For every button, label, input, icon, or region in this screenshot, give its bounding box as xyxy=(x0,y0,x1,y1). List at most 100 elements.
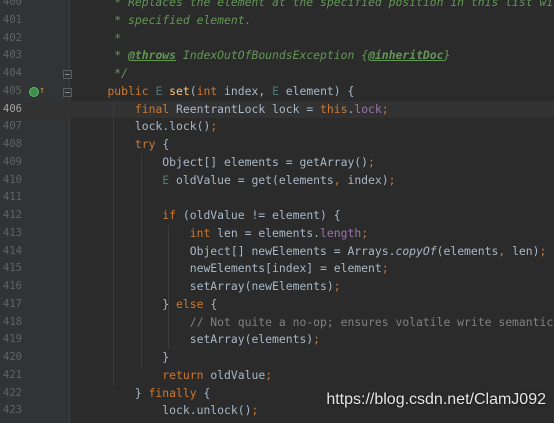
code-text: lock.unlock(); xyxy=(80,402,258,420)
code-token: int xyxy=(189,225,218,240)
code-token: ; xyxy=(368,154,375,169)
code-token: setArray(newElements) xyxy=(80,279,334,293)
code-token: len = elements. xyxy=(217,225,321,240)
fold-toggle-icon[interactable] xyxy=(63,87,72,97)
line-number: 410 xyxy=(3,173,22,186)
code-text: lock.lock(); xyxy=(80,118,217,136)
code-token: E xyxy=(155,83,170,98)
code-token: , xyxy=(333,172,348,187)
code-line[interactable]: 412 if (oldValue != element) { xyxy=(0,207,554,225)
code-line[interactable]: 408 try { xyxy=(0,136,554,154)
code-line[interactable]: 415 newElements[index] = element; xyxy=(0,260,554,278)
code-text: setArray(elements); xyxy=(80,331,320,349)
code-token: // Not quite a no-op; ensures volatile w… xyxy=(189,314,554,329)
line-number: 409 xyxy=(3,155,22,168)
code-token: ; xyxy=(313,332,321,347)
code-line[interactable]: 406 final ReentrantLock lock = this.lock… xyxy=(0,100,554,119)
code-text: public E set(int index, E element) { xyxy=(80,83,354,101)
code-text: newElements[index] = element; xyxy=(80,260,389,278)
code-token: ; xyxy=(381,101,389,116)
fold-toggle-icon[interactable] xyxy=(63,70,72,79)
code-token: public xyxy=(107,83,156,98)
code-line[interactable]: 418 // Not quite a no-op; ensures volati… xyxy=(0,314,554,332)
code-text: Object[] newElements = Arrays.copyOf(ele… xyxy=(80,243,547,261)
line-number: 408 xyxy=(3,138,22,150)
code-text: } finally { xyxy=(80,385,210,403)
implements-arrow-icon[interactable]: ↑ xyxy=(39,84,45,98)
code-token: ( xyxy=(189,83,197,98)
code-token: Object[] elements = getArray() xyxy=(80,154,369,169)
code-line[interactable]: 407 lock.lock(); xyxy=(0,118,554,136)
line-number: 411 xyxy=(3,191,22,204)
code-token: } xyxy=(80,385,149,400)
code-line[interactable]: 413 int len = elements.length; xyxy=(0,225,554,243)
code-text: * specified element. xyxy=(80,12,251,30)
code-token: * specified element. xyxy=(80,12,252,27)
code-line[interactable]: 417 } else { xyxy=(0,296,554,314)
code-line[interactable]: 421 return oldValue; xyxy=(0,367,554,385)
line-number: 412 xyxy=(3,209,22,221)
code-token: Object[] newElements = Arrays. xyxy=(80,243,396,258)
indent-guide xyxy=(168,224,169,349)
code-token: oldValue = get(elements xyxy=(176,172,334,187)
code-text: if (oldValue != element) { xyxy=(80,207,340,225)
indent-guide xyxy=(113,100,114,385)
code-line[interactable]: 410 E oldValue = get(elements, index); xyxy=(0,172,554,190)
code-token: ; xyxy=(210,119,218,134)
code-line[interactable]: 419 setArray(elements); xyxy=(0,331,554,349)
code-token: ; xyxy=(251,403,259,418)
code-token: copyOf xyxy=(395,243,437,258)
code-token: return xyxy=(162,367,211,382)
code-token: ReentrantLock lock = xyxy=(176,101,321,116)
code-token: index, xyxy=(224,83,273,98)
code-token: lock.lock() xyxy=(80,119,211,134)
code-token: else xyxy=(176,296,211,311)
code-text: Object[] elements = getArray(); xyxy=(80,154,375,172)
code-line[interactable]: 411 xyxy=(0,189,554,207)
indent-guide xyxy=(141,153,142,367)
line-number: 422 xyxy=(3,386,22,399)
line-number: 405 xyxy=(3,84,22,97)
code-token: } xyxy=(443,48,451,63)
code-line[interactable]: 403 * @throws IndexOutOfBoundsException … xyxy=(0,47,554,65)
code-text: E oldValue = get(elements, index); xyxy=(80,172,395,190)
overriding-method-icon[interactable] xyxy=(29,86,39,97)
line-number: 414 xyxy=(3,244,22,257)
code-token: } xyxy=(80,296,177,311)
code-line[interactable]: 420 } xyxy=(0,349,554,367)
code-line[interactable]: 404 */ xyxy=(0,65,554,83)
line-number: 423 xyxy=(3,404,22,417)
code-token: ; xyxy=(539,243,547,258)
code-editor[interactable]: 400 * Replaces the element at the specif… xyxy=(0,0,554,423)
code-text: * xyxy=(80,30,121,48)
line-number: 400 xyxy=(3,0,22,8)
code-line[interactable]: 402 * xyxy=(0,30,554,48)
code-text: return oldValue; xyxy=(80,367,272,385)
code-token: setArray(elements) xyxy=(80,332,314,347)
line-number: 417 xyxy=(3,297,22,310)
code-token: if xyxy=(162,208,183,222)
code-line[interactable]: 414 Object[] newElements = Arrays.copyOf… xyxy=(0,243,554,261)
code-token: @inheritDoc xyxy=(368,48,444,63)
line-number: 403 xyxy=(3,49,22,62)
code-line[interactable]: 401 * specified element. xyxy=(0,12,554,30)
code-token: * xyxy=(80,30,122,45)
code-token: final xyxy=(134,101,177,116)
code-token: this xyxy=(320,101,348,116)
code-token: int xyxy=(196,83,225,98)
watermark: https://blog.csdn.net/ClamJ092 xyxy=(326,391,546,408)
code-token: len) xyxy=(512,243,540,258)
code-line[interactable]: 400 * Replaces the element at the specif… xyxy=(0,0,554,12)
code-line[interactable]: 409 Object[] elements = getArray(); xyxy=(0,154,554,172)
code-text: setArray(newElements); xyxy=(80,278,341,296)
code-token: newElements[index] = element xyxy=(80,261,382,276)
code-token: { xyxy=(210,296,218,311)
code-token: * Replaces the element at the specified … xyxy=(80,0,554,9)
code-token: * xyxy=(80,48,129,63)
code-line[interactable]: 416 setArray(newElements); xyxy=(0,278,554,296)
code-line[interactable]: 405 ↑ public E set(int index, E element) … xyxy=(0,83,554,101)
code-token: (elements xyxy=(436,243,499,258)
